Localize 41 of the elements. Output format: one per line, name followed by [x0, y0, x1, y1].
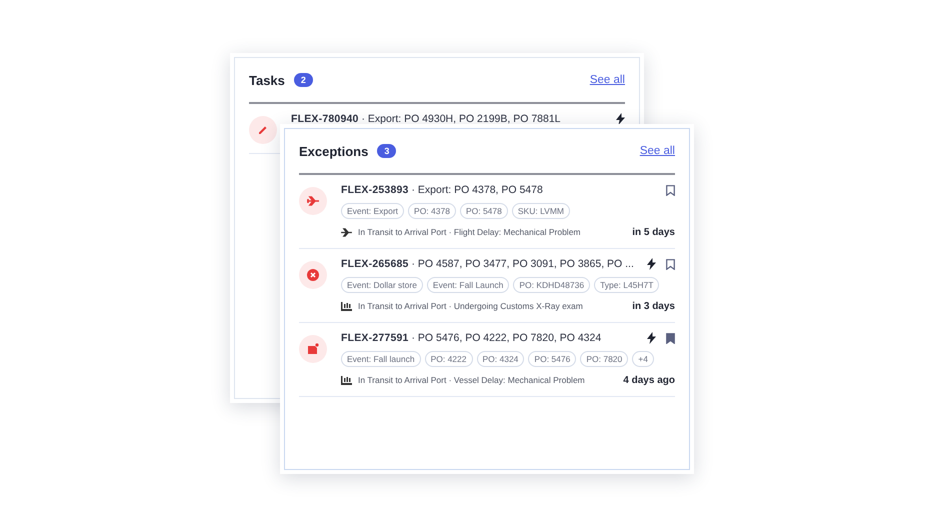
due-date: in 5 days	[632, 226, 675, 238]
tag: PO: 5478	[460, 203, 508, 219]
error-icon	[307, 269, 319, 281]
bookmark-icon[interactable]	[666, 184, 675, 196]
tag: SKU: LVMM	[512, 203, 570, 219]
due-date: 4 days ago	[623, 374, 675, 386]
bookmark-icon[interactable]	[666, 332, 675, 344]
tag: PO: KDHD48736	[513, 277, 590, 293]
tag: Type: L45H7T	[594, 277, 660, 293]
document-icon	[307, 343, 319, 355]
shipment-status: In Transit to Arrival Port · Vessel Delay: Mechanical Problem	[358, 375, 586, 385]
tag: +4	[632, 351, 654, 367]
tag: PO: 5476	[528, 351, 576, 367]
tag: Event: Fall launch	[341, 351, 421, 367]
count-badge: 2	[294, 73, 313, 87]
lightning-icon	[647, 258, 656, 270]
tag: PO: 4324	[476, 351, 524, 367]
tag: Event: Fall Launch	[426, 277, 510, 293]
count-badge: 3	[377, 144, 396, 158]
shipment-title: FLEX-265685 · PO 4587, PO 3477, PO 3091, PO 3865, PO ...	[341, 258, 635, 270]
tag: Event: Export	[341, 203, 404, 219]
lightning-icon	[647, 332, 656, 344]
tag: PO: 7820	[580, 351, 628, 367]
bookmark-icon[interactable]	[666, 258, 675, 270]
due-date: in 3 days	[632, 300, 675, 312]
airplane-icon	[341, 228, 352, 236]
airplane-icon	[307, 196, 319, 206]
panel-title: Tasks	[249, 72, 285, 88]
pencil-icon	[257, 124, 269, 136]
shipment-title: FLEX-780940 · Export: PO 4930H, PO 2199B, PO 7881L	[291, 113, 562, 125]
tag: PO: 4222	[424, 351, 472, 367]
shipment-status: In Transit to Arrival Port · Undergoing Customs X-Ray exam	[358, 301, 584, 311]
shipment-status: In Transit to Arrival Port · Flight Delay: Mechanical Problem	[358, 227, 582, 237]
tag: PO: 4378	[408, 203, 456, 219]
lightning-icon	[616, 113, 625, 125]
shipment-title: FLEX-253893 · Export: PO 4378, PO 5478	[341, 184, 544, 196]
see-all-link[interactable]: See all	[640, 145, 675, 157]
tag: Event: Dollar store	[341, 277, 423, 293]
panel-title: Exceptions	[299, 144, 368, 158]
shipment-title: FLEX-277591 · PO 5476, PO 4222, PO 7820, PO 4324	[341, 332, 602, 344]
see-all-link[interactable]: See all	[590, 74, 625, 86]
